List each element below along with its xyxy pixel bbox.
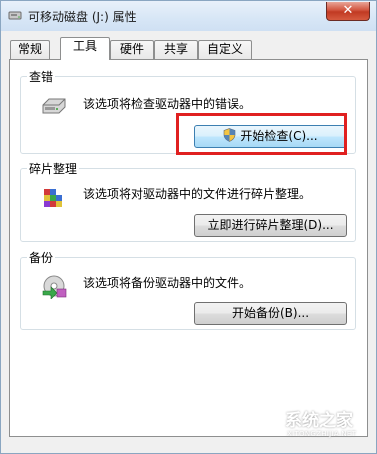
defrag-title: 碎片整理: [27, 160, 80, 177]
watermark-logo: 系统之家 XITONGZHIJIA.NET: [253, 404, 373, 446]
window-title: 可移动磁盘 (J:) 属性: [28, 10, 137, 24]
tab-customize[interactable]: 自定义: [198, 40, 252, 59]
tab-sharing[interactable]: 共享: [154, 40, 198, 59]
defrag-now-label: 立即进行碎片整理(D)...: [207, 218, 334, 232]
backup-title: 备份: [27, 249, 56, 266]
watermark-text: 系统之家: [285, 411, 353, 431]
close-button[interactable]: ✕: [326, 2, 370, 21]
tab-tools[interactable]: 工具: [60, 37, 110, 60]
tab-general[interactable]: 常规: [10, 40, 50, 59]
drive-icon: [42, 98, 66, 114]
backup-icon: [42, 275, 67, 299]
backup-description: 该选项将备份驱动器中的文件。: [83, 276, 252, 290]
defrag-group: 碎片整理 该选项将对驱动器中的文件进行碎片整理。 立即进行碎片整理(D)...: [20, 160, 356, 242]
defrag-icon: [44, 189, 62, 207]
highlight-annotation-box: [176, 113, 347, 155]
watermark-subtext: XITONGZHIJIA.NET: [287, 430, 357, 438]
watermark-house-icon: [257, 408, 283, 433]
error-check-description: 该选项将检查驱动器中的错误。: [83, 97, 252, 111]
start-backup-button[interactable]: 开始备份(B)...: [194, 302, 347, 325]
error-check-title: 查错: [27, 68, 56, 85]
tab-hardware[interactable]: 硬件: [110, 40, 154, 59]
start-backup-label: 开始备份(B)...: [231, 306, 310, 320]
defrag-description: 该选项将对驱动器中的文件进行碎片整理。: [83, 187, 312, 201]
properties-window: 可移动磁盘 (J:) 属性 ✕ 常规 工具 硬件 共享 自定义 查错 该选项将检…: [0, 0, 377, 454]
backup-group: 备份 该选项将备份驱动器中的文件。 开始备份(B)...: [20, 249, 356, 330]
drive-icon: [8, 11, 22, 20]
title-bar[interactable]: 可移动磁盘 (J:) 属性 ✕: [1, 1, 376, 31]
defrag-now-button[interactable]: 立即进行碎片整理(D)...: [194, 214, 347, 237]
close-icon: ✕: [342, 3, 354, 18]
